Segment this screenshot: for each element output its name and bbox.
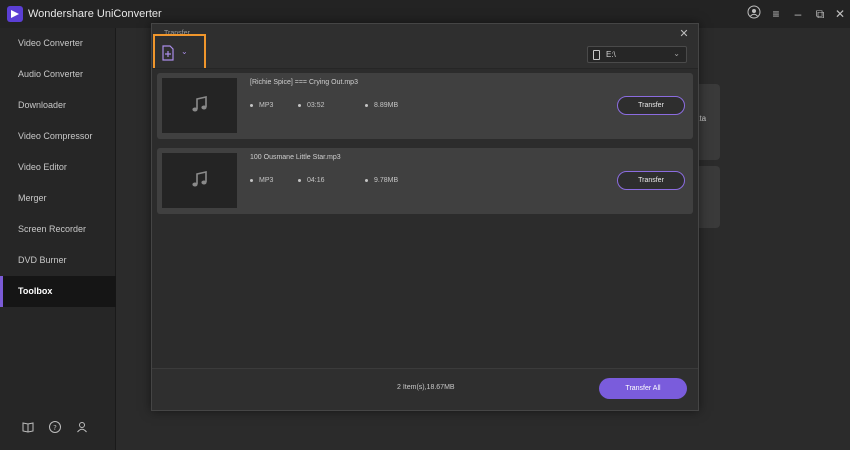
phone-icon bbox=[593, 50, 600, 60]
app-title: Wondershare UniConverter bbox=[28, 8, 162, 20]
dialog-footer: 2 Item(s),18.67MB Transfer All bbox=[152, 368, 698, 410]
transfer-button[interactable]: Transfer bbox=[617, 171, 685, 190]
add-file-button[interactable]: ⌄ bbox=[153, 34, 206, 70]
minimize-icon[interactable]: – bbox=[789, 5, 807, 23]
transfer-dialog: Transfer ✕ ⌄ E:\ ⌄ [Richie Spice] === Cr… bbox=[151, 23, 699, 411]
file-name: [Richie Spice] === Crying Out.mp3 bbox=[250, 79, 358, 86]
sidebar-item-video-compressor[interactable]: Video Compressor bbox=[0, 121, 116, 152]
transfer-all-button[interactable]: Transfer All bbox=[599, 378, 687, 399]
app-logo-icon bbox=[7, 6, 23, 22]
sidebar-item-screen-recorder[interactable]: Screen Recorder bbox=[0, 214, 116, 245]
sidebar-item-audio-converter[interactable]: Audio Converter bbox=[0, 59, 116, 90]
device-select[interactable]: E:\ ⌄ bbox=[587, 46, 687, 63]
file-thumbnail bbox=[162, 153, 237, 208]
chevron-down-icon[interactable]: ⌄ bbox=[181, 47, 188, 56]
file-duration: 04:16 bbox=[298, 177, 325, 184]
items-summary: 2 Item(s),18.67MB bbox=[397, 384, 455, 391]
book-icon[interactable] bbox=[21, 420, 35, 434]
file-thumbnail bbox=[162, 78, 237, 133]
sidebar-item-video-converter[interactable]: Video Converter bbox=[0, 28, 116, 59]
sidebar-item-merger[interactable]: Merger bbox=[0, 183, 116, 214]
menu-icon[interactable]: ≡ bbox=[767, 5, 785, 23]
account-icon[interactable] bbox=[75, 420, 89, 434]
dialog-close-icon[interactable]: ✕ bbox=[678, 28, 690, 40]
file-size: 9.78MB bbox=[365, 177, 398, 184]
file-format: MP3 bbox=[250, 102, 273, 109]
close-icon[interactable]: ✕ bbox=[831, 5, 849, 23]
sidebar-item-video-editor[interactable]: Video Editor bbox=[0, 152, 116, 183]
sidebar-item-toolbox[interactable]: Toolbox bbox=[0, 276, 116, 307]
file-size: 8.89MB bbox=[365, 102, 398, 109]
svg-text:?: ? bbox=[53, 424, 57, 432]
restore-icon[interactable]: ⧉ bbox=[811, 5, 829, 23]
sidebar: Video Converter Audio Converter Download… bbox=[0, 28, 116, 450]
add-file-icon bbox=[162, 45, 174, 61]
help-icon[interactable]: ? bbox=[48, 420, 62, 434]
file-list: [Richie Spice] === Crying Out.mp3 MP3 03… bbox=[152, 68, 698, 368]
file-format: MP3 bbox=[250, 177, 273, 184]
file-duration: 03:52 bbox=[298, 102, 325, 109]
device-label: E:\ bbox=[606, 50, 616, 59]
user-icon[interactable] bbox=[745, 5, 763, 23]
sidebar-item-downloader[interactable]: Downloader bbox=[0, 90, 116, 121]
transfer-button[interactable]: Transfer bbox=[617, 96, 685, 115]
music-note-icon bbox=[192, 171, 207, 187]
music-note-icon bbox=[192, 96, 207, 112]
sidebar-item-dvd-burner[interactable]: DVD Burner bbox=[0, 245, 116, 276]
chevron-down-icon: ⌄ bbox=[673, 49, 680, 58]
file-name: 100 Ousmane Little Star.mp3 bbox=[250, 154, 341, 161]
file-row[interactable]: 100 Ousmane Little Star.mp3 MP3 04:16 9.… bbox=[157, 148, 693, 214]
file-row[interactable]: [Richie Spice] === Crying Out.mp3 MP3 03… bbox=[157, 73, 693, 139]
